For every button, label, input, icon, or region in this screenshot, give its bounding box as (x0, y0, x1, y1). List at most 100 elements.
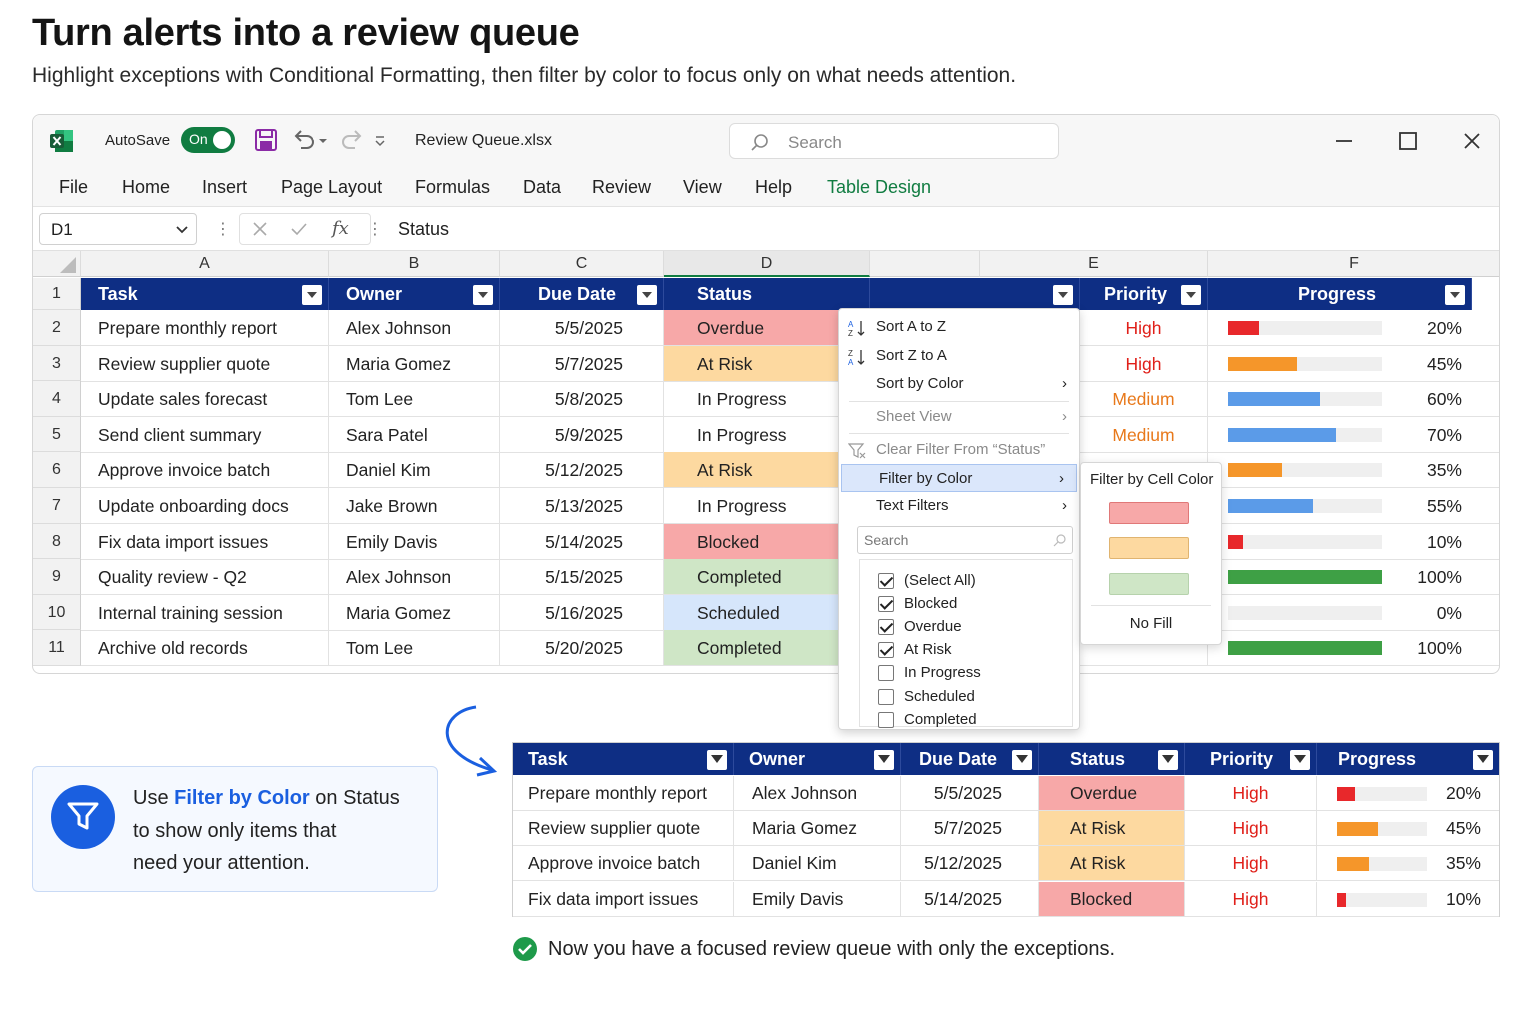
result-cell-status[interactable]: Blocked (1039, 881, 1185, 917)
cell-owner[interactable]: Jake Brown (329, 488, 500, 524)
tab-page-layout[interactable]: Page Layout (281, 177, 382, 198)
cell-progress[interactable]: 70% (1208, 417, 1499, 453)
tab-insert[interactable]: Insert (202, 177, 247, 198)
tab-table-design[interactable]: Table Design (827, 177, 931, 198)
cell-due-date[interactable]: 5/15/2025 (500, 559, 664, 596)
filter-dropdown-button[interactable] (1445, 285, 1465, 305)
cell-progress[interactable]: 10% (1208, 524, 1499, 560)
result-cell-due-date[interactable]: 5/14/2025 (901, 881, 1039, 917)
cell-due-date[interactable]: 5/13/2025 (500, 488, 664, 524)
menu-sort-z-to-a[interactable]: Z A Sort Z to A (839, 342, 1079, 370)
minimize-icon[interactable] (1330, 127, 1358, 155)
cell-owner[interactable]: Tom Lee (329, 630, 500, 667)
filter-dropdown-button[interactable] (637, 285, 657, 305)
cell-due-date[interactable]: 5/8/2025 (500, 381, 664, 418)
tab-view[interactable]: View (683, 177, 722, 198)
cell-owner[interactable]: Daniel Kim (329, 452, 500, 489)
checkbox[interactable] (878, 642, 894, 659)
color-swatch-red[interactable] (1109, 502, 1189, 524)
tab-home[interactable]: Home (122, 177, 170, 198)
filter-dropdown-button[interactable] (1181, 285, 1201, 305)
checkbox[interactable] (878, 711, 894, 728)
menu-sheet-view[interactable]: Sheet View › (839, 403, 1079, 431)
checkbox[interactable] (878, 665, 894, 682)
checkbox[interactable] (878, 573, 894, 589)
result-cell-progress[interactable]: 45% (1317, 811, 1499, 847)
result-cell-task[interactable]: Review supplier quote (513, 811, 734, 847)
result-cell-owner[interactable]: Maria Gomez (734, 811, 901, 847)
checkbox[interactable] (878, 619, 894, 636)
result-cell-task[interactable]: Approve invoice batch (513, 846, 734, 882)
filter-dropdown-button[interactable] (473, 285, 493, 305)
filter-active-button[interactable] (1012, 750, 1032, 770)
undo-icon[interactable] (291, 127, 317, 153)
cell-due-date[interactable]: 5/12/2025 (500, 452, 664, 489)
column-header-a[interactable]: A (81, 251, 329, 277)
cell-task[interactable]: Update onboarding docs (81, 488, 329, 524)
cell-priority[interactable]: Medium (1080, 381, 1208, 418)
checkbox[interactable] (878, 596, 894, 613)
cell-owner[interactable]: Emily Davis (329, 523, 500, 560)
cell-owner[interactable]: Maria Gomez (329, 345, 500, 382)
cell-progress[interactable]: 100% (1208, 630, 1499, 667)
row-header[interactable]: 5 (33, 416, 81, 453)
column-header-d[interactable]: D (664, 251, 870, 277)
filter-search-input[interactable]: Search (857, 526, 1073, 554)
row-header[interactable]: 2 (33, 310, 81, 346)
cell-task[interactable]: Internal training session (81, 594, 329, 631)
customize-toolbar-icon[interactable] (373, 127, 387, 153)
column-header-b[interactable]: B (329, 251, 500, 277)
menu-sort-a-to-z[interactable]: A Z Sort A to Z (839, 313, 1079, 341)
column-header-e[interactable]: E (980, 251, 1208, 277)
select-all-corner[interactable] (33, 251, 81, 277)
cell-task[interactable]: Quality review - Q2 (81, 559, 329, 596)
cell-due-date[interactable]: 5/16/2025 (500, 594, 664, 631)
cell-owner[interactable]: Sara Patel (329, 416, 500, 453)
result-cell-priority[interactable]: High (1185, 881, 1317, 917)
row-header[interactable]: 11 (33, 630, 81, 666)
filter-active-button[interactable] (1290, 750, 1310, 770)
cell-due-date[interactable]: 5/7/2025 (500, 345, 664, 382)
row-header[interactable]: 7 (33, 488, 81, 524)
tab-file[interactable]: File (59, 177, 88, 198)
filter-active-button[interactable] (1473, 750, 1493, 770)
filter-dropdown-button[interactable] (1053, 285, 1073, 305)
cell-progress[interactable]: 60% (1208, 381, 1499, 418)
column-header-blank[interactable] (870, 251, 980, 277)
cell-progress[interactable]: 0% (1208, 595, 1499, 631)
result-cell-progress[interactable]: 35% (1317, 846, 1499, 882)
menu-text-filters[interactable]: Text Filters › (839, 492, 1079, 520)
cell-due-date[interactable]: 5/5/2025 (500, 310, 664, 346)
search-box[interactable]: Search (729, 123, 1059, 159)
cell-progress[interactable]: 55% (1208, 488, 1499, 524)
result-cell-task[interactable]: Fix data import issues (513, 881, 734, 917)
cell-task[interactable]: Review supplier quote (81, 345, 329, 382)
save-icon[interactable] (253, 127, 279, 153)
cell-due-date[interactable]: 5/20/2025 (500, 630, 664, 667)
cell-task[interactable]: Prepare monthly report (81, 310, 329, 346)
result-cell-status[interactable]: At Risk (1039, 811, 1185, 847)
formula-input[interactable]: Status (398, 219, 449, 240)
result-cell-priority[interactable]: High (1185, 846, 1317, 882)
tab-help[interactable]: Help (755, 177, 792, 198)
cell-task[interactable]: Approve invoice batch (81, 452, 329, 489)
filter-active-button[interactable] (1158, 750, 1178, 770)
autosave-toggle[interactable]: On (181, 127, 235, 153)
result-cell-owner[interactable]: Daniel Kim (734, 846, 901, 882)
result-cell-status[interactable]: At Risk (1039, 846, 1185, 882)
cell-progress[interactable]: 45% (1208, 346, 1499, 382)
filter-active-button[interactable] (874, 750, 894, 770)
menu-filter-by-color[interactable]: Filter by Color › (841, 464, 1077, 492)
name-box[interactable]: D1 (39, 213, 197, 245)
confirm-icon[interactable] (290, 221, 308, 237)
cell-progress[interactable]: 20% (1208, 310, 1499, 346)
maximize-icon[interactable] (1394, 127, 1422, 155)
result-cell-task[interactable]: Prepare monthly report (513, 776, 734, 811)
cell-due-date[interactable]: 5/9/2025 (500, 416, 664, 453)
result-cell-due-date[interactable]: 5/7/2025 (901, 811, 1039, 847)
cell-owner[interactable]: Alex Johnson (329, 310, 500, 346)
result-cell-owner[interactable]: Emily Davis (734, 881, 901, 917)
menu-clear-filter[interactable]: Clear Filter From “Status” (839, 436, 1079, 464)
checkbox[interactable] (878, 688, 894, 705)
cell-priority[interactable]: High (1080, 310, 1208, 346)
